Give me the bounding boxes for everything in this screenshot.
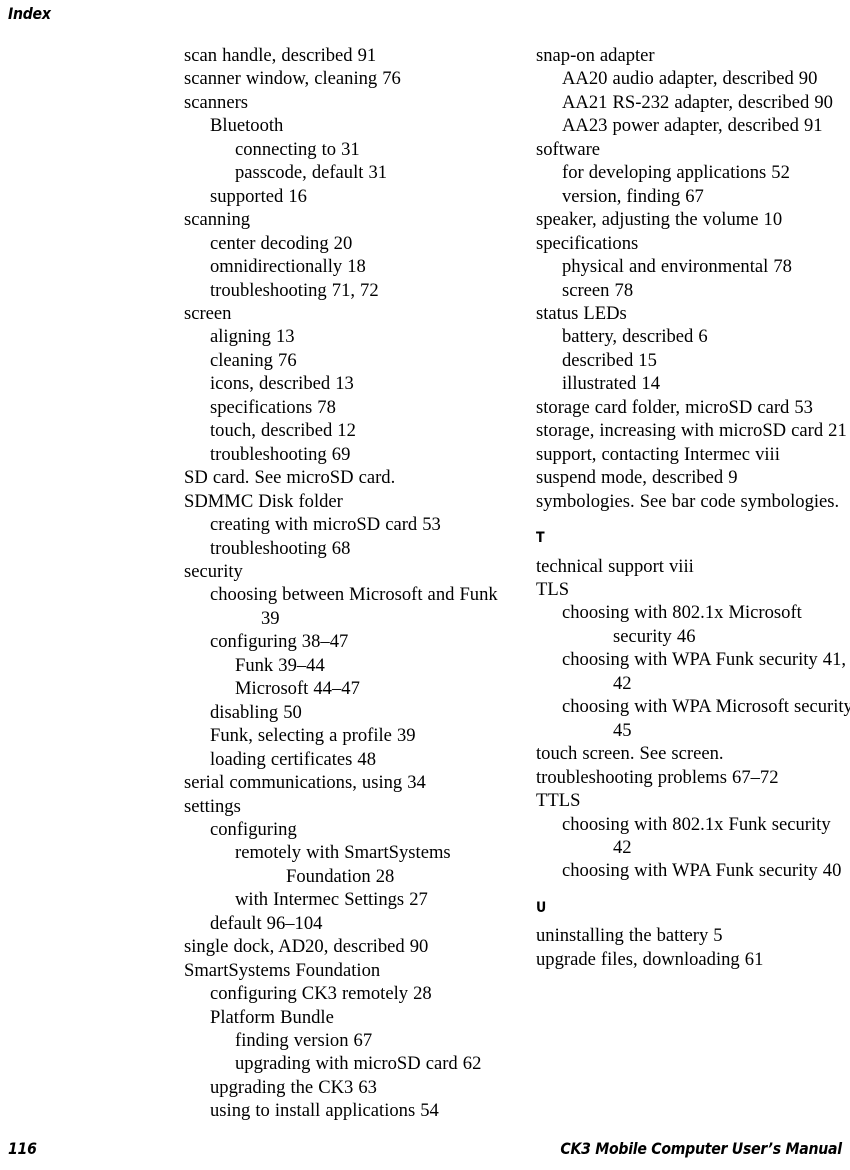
index-entry: touch, described 12 — [210, 420, 356, 442]
index-entry: Platform Bundle — [210, 1006, 334, 1028]
index-body: scan handle, described 91 scanner window,… — [0, 44, 850, 1121]
index-entry: upgrading with microSD card 62 — [235, 1053, 482, 1075]
index-column-left: scan handle, described 91 scanner window,… — [184, 44, 504, 1123]
index-entry: described 15 — [562, 349, 657, 371]
index-entry: support, contacting Intermec viii — [536, 443, 780, 465]
index-entry: TTLS — [536, 790, 581, 812]
index-entry: serial communications, using 34 — [184, 772, 426, 794]
index-entry: storage, increasing with microSD card 21 — [536, 420, 847, 442]
index-entry: finding version 67 — [235, 1030, 373, 1052]
index-column-right: snap-on adapter AA20 audio adapter, descr… — [536, 44, 850, 971]
index-entry: AA21 RS-232 adapter, described 90 — [562, 91, 833, 113]
index-entry: uninstalling the battery 5 — [536, 925, 723, 947]
index-entry: scanner window, cleaning 76 — [184, 68, 401, 90]
index-entry: remotely with SmartSystems Foundation 28 — [235, 842, 451, 887]
index-entry: loading certificates 48 — [210, 748, 377, 770]
index-entry: scan handle, described 91 — [184, 45, 377, 66]
page-footer: 116 CK3 Mobile Computer User’s Manual — [0, 1132, 850, 1158]
index-entry: snap-on adapter — [536, 45, 655, 66]
footer-page-number: 116 — [8, 1139, 37, 1158]
index-entry: specifications 78 — [210, 396, 336, 418]
index-section-heading: T — [536, 530, 545, 547]
index-entry: touch screen. See screen. — [536, 743, 724, 765]
index-entry: troubleshooting problems 67–72 — [536, 766, 779, 788]
index-entry: cleaning 76 — [210, 349, 297, 371]
index-entry: icons, described 13 — [210, 373, 354, 395]
index-entry: omnidirectionally 18 — [210, 256, 366, 278]
index-entry: center decoding 20 — [210, 232, 353, 254]
index-entry: choosing with WPA Funk security 40 — [562, 860, 842, 882]
index-entry: using to install applications 54 — [210, 1100, 439, 1122]
index-section-heading: U — [536, 899, 547, 916]
index-entry: choosing with WPA Funk security 41, 42 — [562, 649, 847, 694]
index-entry: Microsoft 44–47 — [235, 678, 360, 700]
index-entry: speaker, adjusting the volume 10 — [536, 209, 783, 231]
index-entry: troubleshooting 69 — [210, 443, 351, 465]
index-entry: AA23 power adapter, described 91 — [562, 115, 823, 137]
index-entry: screen 78 — [562, 279, 634, 301]
index-entry: status LEDs — [536, 302, 627, 324]
index-entry: choosing with WPA Microsoft security 45 — [562, 696, 850, 741]
index-entry: Funk, selecting a profile 39 — [210, 725, 416, 747]
index-entry: storage card folder, microSD card 53 — [536, 396, 813, 418]
index-entry: battery, described 6 — [562, 326, 708, 348]
index-entry: Bluetooth — [210, 115, 284, 137]
index-entry: configuring — [210, 818, 297, 840]
index-entry: supported 16 — [210, 185, 307, 207]
index-entry: physical and environmental 78 — [562, 256, 792, 278]
index-entry: software — [536, 138, 601, 160]
index-entry: Funk 39–44 — [235, 654, 325, 676]
index-entry: specifications — [536, 232, 639, 254]
index-entry: scanners — [184, 91, 249, 113]
index-entry: single dock, AD20, described 90 — [184, 936, 429, 958]
index-entry: security — [184, 560, 243, 582]
index-entry: default 96–104 — [210, 912, 323, 934]
index-entry: technical support viii — [536, 555, 694, 577]
index-entry: TLS — [536, 578, 570, 600]
index-entry: screen — [184, 302, 232, 324]
index-entry: aligning 13 — [210, 326, 295, 348]
index-entry: connecting to 31 — [235, 138, 360, 160]
index-entry: configuring 38–47 — [210, 631, 349, 653]
index-entry: AA20 audio adapter, described 90 — [562, 68, 818, 90]
index-entry: with Intermec Settings 27 — [235, 889, 428, 911]
footer-manual-title: CK3 Mobile Computer User’s Manual — [560, 1139, 843, 1158]
index-entry: scanning — [184, 209, 251, 231]
index-entry: choosing with 802.1x Microsoft security … — [562, 602, 802, 647]
index-entry: illustrated 14 — [562, 373, 660, 395]
index-entry: troubleshooting 68 — [210, 537, 351, 559]
index-entry: creating with microSD card 53 — [210, 514, 441, 536]
index-entry: SmartSystems Foundation — [184, 959, 381, 981]
index-entry: choosing with 802.1x Funk security 42 — [562, 813, 831, 858]
index-entry: upgrading the CK3 63 — [210, 1076, 377, 1098]
index-entry: symbologies. See bar code symbologies. — [536, 490, 840, 512]
index-entry: settings — [184, 795, 241, 817]
index-entry: version, finding 67 — [562, 185, 704, 207]
index-entry: for developing applications 52 — [562, 162, 790, 184]
running-head: Index — [8, 4, 51, 23]
index-entry: troubleshooting 71, 72 — [210, 279, 379, 301]
index-entry: passcode, default 31 — [235, 162, 388, 184]
index-entry: upgrade files, downloading 61 — [536, 948, 764, 970]
index-entry: SDMMC Disk folder — [184, 490, 343, 512]
index-entry: suspend mode, described 9 — [536, 467, 738, 489]
index-entry: configuring CK3 remotely 28 — [210, 983, 432, 1005]
index-entry: disabling 50 — [210, 701, 302, 723]
index-entry: SD card. See microSD card. — [184, 467, 396, 489]
index-entry: choosing between Microsoft and Funk 39 — [210, 584, 498, 629]
